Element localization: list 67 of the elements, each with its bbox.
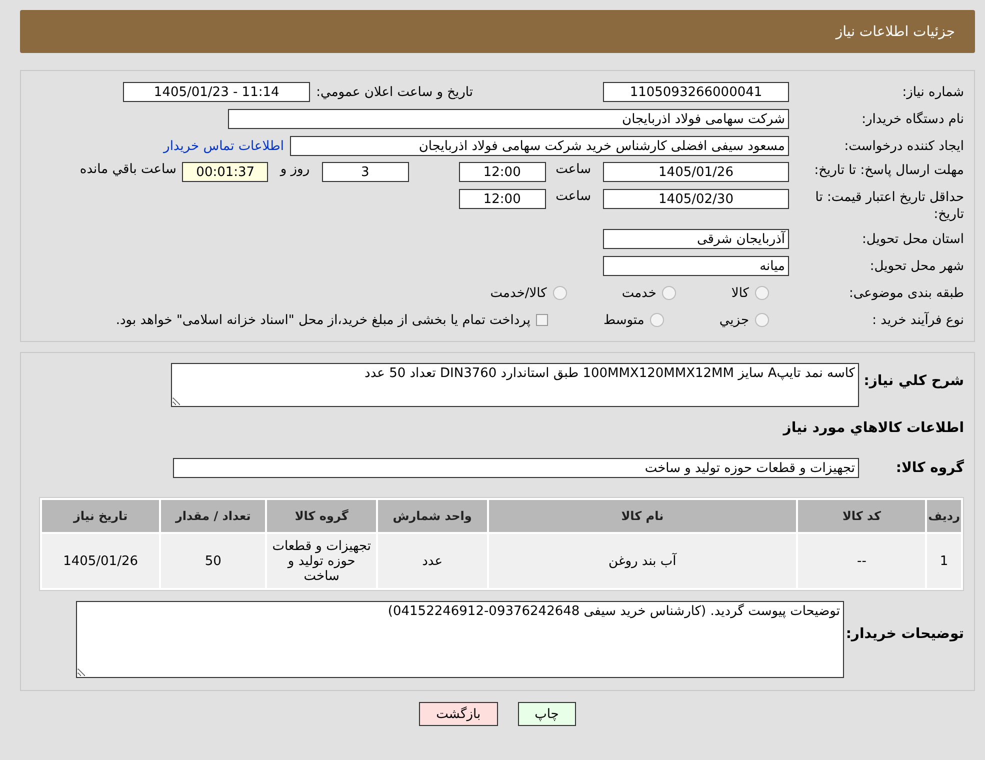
date-field: 1405/01/26 — [603, 162, 789, 182]
column-header: تعداد / مقدار — [161, 500, 266, 532]
radio-button[interactable] — [662, 286, 676, 300]
column-header: واحد شمارش — [378, 500, 487, 532]
remaining-time-field: 00:01:37 — [182, 162, 268, 182]
field-label: استان محل تحویل: — [861, 230, 964, 248]
option-label: خدمت — [622, 286, 656, 300]
option-label: کالا — [731, 286, 749, 300]
table-cell: 1405/01/26 — [42, 534, 160, 588]
days-field: 3 — [322, 162, 409, 182]
field-label: نوع فرآیند خرید : — [871, 312, 964, 328]
field-label: توضیحات خریدار: — [844, 625, 965, 643]
field-label: طبقه بندی موضوعی: — [848, 284, 964, 302]
table-cell: تجهیزات و قطعات حوزه تولید و ساخت — [267, 534, 376, 588]
field-label: تاریخ و ساعت اعلان عمومي: — [316, 84, 473, 100]
section-heading: اطلاعات کالاهاي مورد نیاز — [783, 420, 964, 436]
column-header: گروه کالا — [267, 500, 376, 532]
notes-field[interactable]: توضیحات پیوست گردید. (کارشناس خرید سیفی 09376242648-04152246912) — [76, 601, 844, 678]
field-label: روز و — [280, 162, 310, 177]
field-label: ساعت — [556, 162, 591, 177]
radio-button[interactable] — [755, 313, 769, 327]
radio-button[interactable] — [755, 286, 769, 300]
time-field: 12:00 — [458, 189, 546, 209]
table-cell: 50 — [161, 534, 266, 588]
option-label: کالا/خدمت — [490, 286, 547, 300]
announce-date-field: 1405/01/23 - 11:14 — [123, 82, 310, 102]
field-label: ایجاد کننده درخواست: — [843, 138, 964, 154]
radio-option[interactable]: کالا — [731, 286, 769, 300]
print-button[interactable]: چاپ — [518, 702, 576, 726]
field-label: نام دستگاه خریدار: — [860, 110, 964, 128]
field-label: شماره نیاز: — [901, 84, 964, 100]
column-header: ردیف — [927, 500, 961, 532]
radio-option[interactable]: خدمت — [622, 286, 676, 300]
option-label: جزيي — [719, 312, 749, 328]
field-label: ساعت باقي مانده — [80, 162, 176, 177]
checkbox[interactable] — [536, 314, 548, 326]
field-label: گروه کالا: — [894, 460, 965, 476]
creator-field: مسعود سیفی افضلی کارشناس خرید شرکت سهامی فولاد اذربایجان — [290, 136, 789, 156]
table-cell: عدد — [378, 534, 487, 588]
goods-group-field: تجهیزات و قطعات حوزه تولید و ساخت — [173, 458, 859, 478]
field-label: مهلت ارسال پاسخ: تا تاریخ: — [813, 162, 964, 179]
radio-option[interactable]: کالا/خدمت — [490, 286, 567, 300]
need-number-field: 1105093266000041 — [603, 82, 789, 102]
column-header: کد کالا — [798, 500, 926, 532]
page-title: جزئیات اطلاعات نیاز — [836, 24, 955, 40]
table-cell: -- — [798, 534, 926, 588]
description-field[interactable]: کاسه نمد تایپA سایز 100MMX120MMX12MM طبق استاندارد DIN3760 تعداد 50 عدد — [171, 363, 859, 407]
column-header: تاریخ نیاز — [42, 500, 160, 532]
field-label: حداقل تاریخ اعتبار قیمت: تا تاریخ: — [814, 189, 964, 223]
field-label: ساعت — [556, 189, 591, 204]
buyer-org-field: شرکت سهامی فولاد اذربایجان — [228, 109, 789, 129]
radio-option[interactable]: جزيي — [719, 312, 769, 328]
city-field: میانه — [603, 256, 789, 276]
column-header: نام کالا — [488, 500, 796, 532]
back-button[interactable]: بازگشت — [419, 702, 498, 726]
option-label: متوسط — [603, 312, 644, 328]
table-cell: آب بند روغن — [488, 534, 796, 588]
radio-option[interactable]: متوسط — [603, 312, 664, 328]
date-field: 1405/02/30 — [603, 189, 789, 209]
field-label: شهر محل تحویل: — [868, 258, 964, 274]
table-cell: 1 — [927, 534, 961, 588]
radio-button[interactable] — [552, 286, 567, 300]
province-field: آذربایجان شرقی — [603, 229, 789, 249]
radio-button[interactable] — [650, 313, 664, 327]
time-field: 12:00 — [458, 162, 546, 182]
buyer-contact-link[interactable]: اطلاعات تماس خریدار — [164, 138, 284, 154]
field-label: شرح کلي نیاز: — [862, 372, 965, 390]
